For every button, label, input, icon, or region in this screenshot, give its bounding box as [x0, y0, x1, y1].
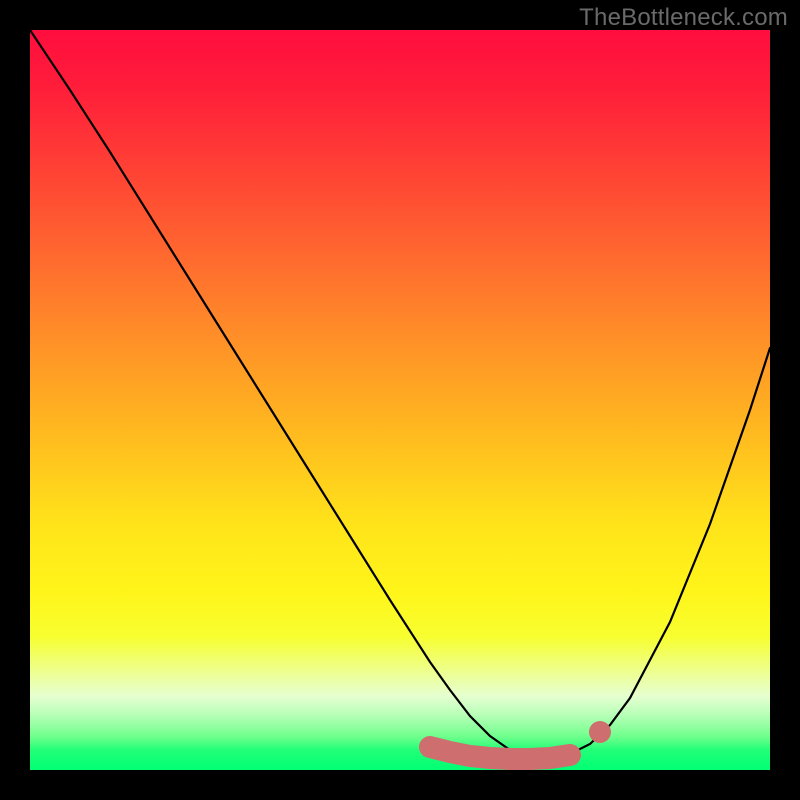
- optimal-point-marker: [589, 721, 611, 743]
- bottleneck-curve: [30, 30, 770, 758]
- plot-area: [30, 30, 770, 770]
- chart-frame: TheBottleneck.com: [0, 0, 800, 800]
- curve-layer: [30, 30, 770, 770]
- source-attribution: TheBottleneck.com: [579, 4, 788, 32]
- optimal-range-marker: [430, 747, 570, 759]
